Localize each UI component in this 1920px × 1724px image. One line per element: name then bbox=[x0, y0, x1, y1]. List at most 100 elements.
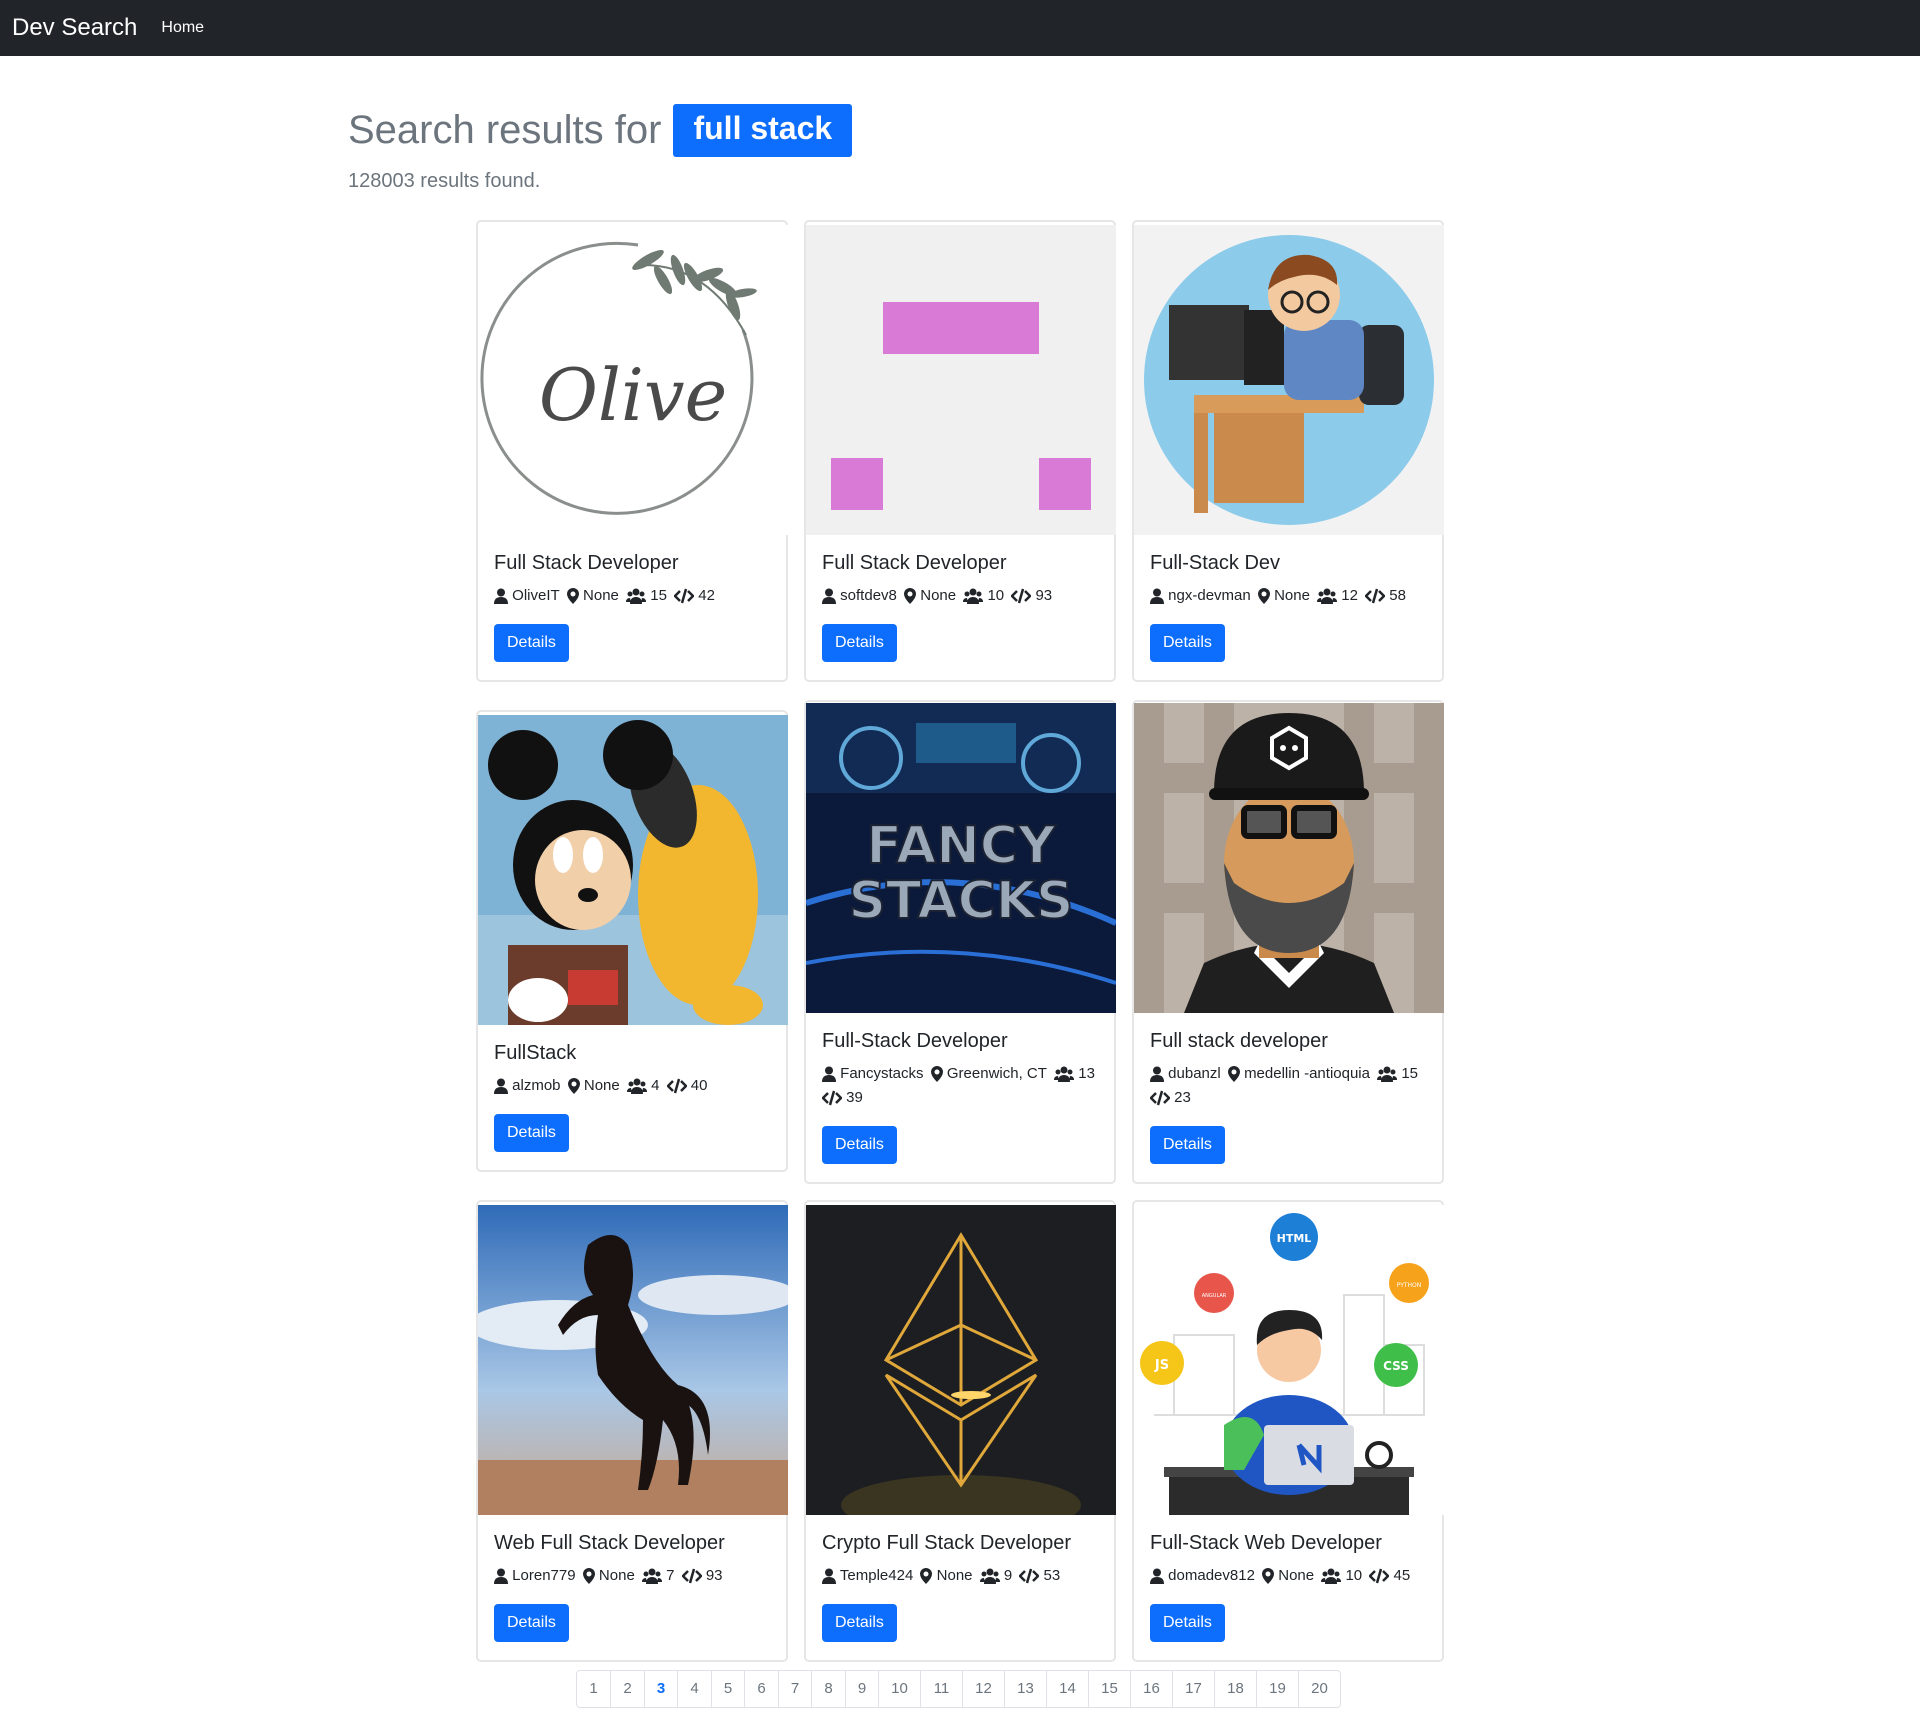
search-heading: Search results for full stack bbox=[348, 104, 853, 157]
card-followers: 12 bbox=[1341, 587, 1358, 604]
card-title[interactable]: Full Stack Developer bbox=[494, 552, 679, 575]
developer-card: FANCY STACKS Full-Stack Developer Fancys… bbox=[804, 700, 1116, 1184]
page-link-20[interactable]: 20 bbox=[1298, 1671, 1340, 1707]
card-title[interactable]: Full-Stack Developer bbox=[822, 1030, 1008, 1053]
details-button[interactable]: Details bbox=[822, 1604, 897, 1642]
angular-badge-text: ANGULAR bbox=[1202, 1293, 1227, 1299]
card-username: ngx-devman bbox=[1168, 587, 1251, 604]
page-link-19[interactable]: 19 bbox=[1256, 1671, 1298, 1707]
details-button[interactable]: Details bbox=[1150, 624, 1225, 662]
card-title[interactable]: Crypto Full Stack Developer bbox=[822, 1532, 1071, 1555]
details-button[interactable]: Details bbox=[1150, 1126, 1225, 1164]
user-icon bbox=[494, 1078, 508, 1095]
profile-image-cartoon-mouse-and-dog bbox=[478, 715, 788, 1025]
map-marker-icon bbox=[920, 1568, 933, 1585]
page-link-2[interactable]: 2 bbox=[610, 1671, 644, 1707]
map-marker-icon bbox=[582, 1568, 595, 1585]
card-projects: 39 bbox=[846, 1089, 863, 1106]
card-username: Temple424 bbox=[839, 1567, 914, 1584]
page-link-15[interactable]: 15 bbox=[1088, 1671, 1130, 1707]
code-icon bbox=[1019, 1568, 1040, 1584]
page-link-16[interactable]: 16 bbox=[1130, 1671, 1172, 1707]
card-projects: 53 bbox=[1043, 1567, 1061, 1584]
card-location: None bbox=[1278, 1567, 1315, 1584]
page-link-11[interactable]: 11 bbox=[920, 1671, 962, 1707]
page-link-13[interactable]: 13 bbox=[1004, 1671, 1046, 1707]
card-title[interactable]: Full stack developer bbox=[1150, 1030, 1328, 1053]
pagination: 1 2 3 4 5 6 7 8 9 10 11 12 13 14 15 16 1… bbox=[576, 1670, 1341, 1708]
card-meta: Fancystacks Greenwich, CT 13 39 bbox=[822, 1062, 1106, 1110]
details-button[interactable]: Details bbox=[822, 624, 897, 662]
page-link-14[interactable]: 14 bbox=[1046, 1671, 1088, 1707]
code-icon bbox=[1365, 588, 1386, 604]
card-projects: 42 bbox=[698, 587, 715, 604]
page-link-10[interactable]: 10 bbox=[878, 1671, 920, 1707]
search-query-badge: full stack bbox=[673, 104, 853, 157]
card-meta: domadev812 None 10 45 bbox=[1150, 1564, 1434, 1588]
card-followers: 15 bbox=[1401, 1065, 1419, 1082]
card-meta: Temple424 None 9 53 bbox=[822, 1564, 1106, 1588]
card-title[interactable]: Full Stack Developer bbox=[822, 552, 1007, 575]
profile-image-bearded-man-avatar bbox=[1134, 703, 1444, 1013]
card-title[interactable]: Web Full Stack Developer bbox=[494, 1532, 725, 1555]
page-link-6[interactable]: 6 bbox=[744, 1671, 778, 1707]
page-link-17[interactable]: 17 bbox=[1172, 1671, 1214, 1707]
page-link-4[interactable]: 4 bbox=[677, 1671, 711, 1707]
profile-image-developer-cartoon bbox=[1134, 225, 1444, 535]
users-icon bbox=[1321, 1568, 1342, 1585]
user-icon bbox=[822, 1066, 836, 1083]
profile-image-web-developer-illustration: HTML PYTHON ANGULAR JS CSS bbox=[1134, 1205, 1444, 1515]
code-icon bbox=[1011, 588, 1032, 604]
users-icon bbox=[641, 1568, 662, 1585]
svg-text:Olive: Olive bbox=[539, 353, 727, 437]
card-location: Greenwich, CT bbox=[946, 1065, 1047, 1082]
developer-card: Olive Full Stack Developer OliveIT None … bbox=[476, 220, 788, 682]
code-icon bbox=[1150, 1090, 1170, 1106]
user-icon bbox=[494, 588, 508, 605]
page-link-18[interactable]: 18 bbox=[1214, 1671, 1256, 1707]
card-followers: 4 bbox=[651, 1077, 660, 1094]
css-badge-text: CSS bbox=[1383, 1359, 1409, 1373]
card-meta: dubanzl medellin -antioquia 15 23 bbox=[1150, 1062, 1434, 1110]
page-link-5[interactable]: 5 bbox=[711, 1671, 744, 1707]
details-button[interactable]: Details bbox=[494, 1114, 569, 1152]
user-icon bbox=[494, 1568, 508, 1585]
navbar: Dev Search Home bbox=[0, 0, 1920, 56]
details-button[interactable]: Details bbox=[494, 1604, 569, 1642]
developer-card: Full Stack Developer softdev8 None 10 93… bbox=[804, 220, 1116, 682]
page-link-9[interactable]: 9 bbox=[845, 1671, 878, 1707]
card-followers: 13 bbox=[1078, 1065, 1095, 1082]
map-marker-icon bbox=[567, 1078, 580, 1095]
card-location: None bbox=[583, 587, 619, 604]
card-title[interactable]: FullStack bbox=[494, 1042, 576, 1065]
card-location: None bbox=[1274, 587, 1310, 604]
details-button[interactable]: Details bbox=[494, 624, 569, 662]
card-username: domadev812 bbox=[1168, 1567, 1255, 1584]
card-meta: OliveIT None 15 42 bbox=[494, 584, 778, 608]
card-meta: alzmob None 4 40 bbox=[494, 1074, 778, 1098]
page-link-7[interactable]: 7 bbox=[778, 1671, 811, 1707]
results-count: 128003 results found. bbox=[348, 170, 541, 192]
card-title[interactable]: Full-Stack Dev bbox=[1150, 552, 1280, 575]
profile-image-rearing-horse bbox=[478, 1205, 788, 1515]
card-username: OliveIT bbox=[512, 587, 560, 604]
page-link-1[interactable]: 1 bbox=[577, 1671, 610, 1707]
page-link-8[interactable]: 8 bbox=[811, 1671, 845, 1707]
developer-card: Full-Stack Dev ngx-devman None 12 58 Det… bbox=[1132, 220, 1444, 682]
user-icon bbox=[822, 588, 836, 605]
card-meta: softdev8 None 10 93 bbox=[822, 584, 1106, 608]
details-button[interactable]: Details bbox=[1150, 1604, 1225, 1642]
developer-card: HTML PYTHON ANGULAR JS CSS Full-Stack We… bbox=[1132, 1200, 1444, 1662]
details-button[interactable]: Details bbox=[822, 1126, 897, 1164]
map-marker-icon bbox=[904, 588, 917, 605]
nav-home-link[interactable]: Home bbox=[161, 19, 204, 37]
user-icon bbox=[1150, 1066, 1164, 1083]
card-projects: 93 bbox=[705, 1567, 723, 1584]
page-link-12[interactable]: 12 bbox=[962, 1671, 1004, 1707]
page-link-3-active[interactable]: 3 bbox=[644, 1671, 677, 1707]
fancy-stacks-text-1: FANCY bbox=[866, 816, 1056, 876]
user-icon bbox=[822, 1568, 836, 1585]
brand[interactable]: Dev Search bbox=[12, 14, 137, 42]
card-title[interactable]: Full-Stack Web Developer bbox=[1150, 1532, 1382, 1555]
map-marker-icon bbox=[1227, 1066, 1240, 1083]
